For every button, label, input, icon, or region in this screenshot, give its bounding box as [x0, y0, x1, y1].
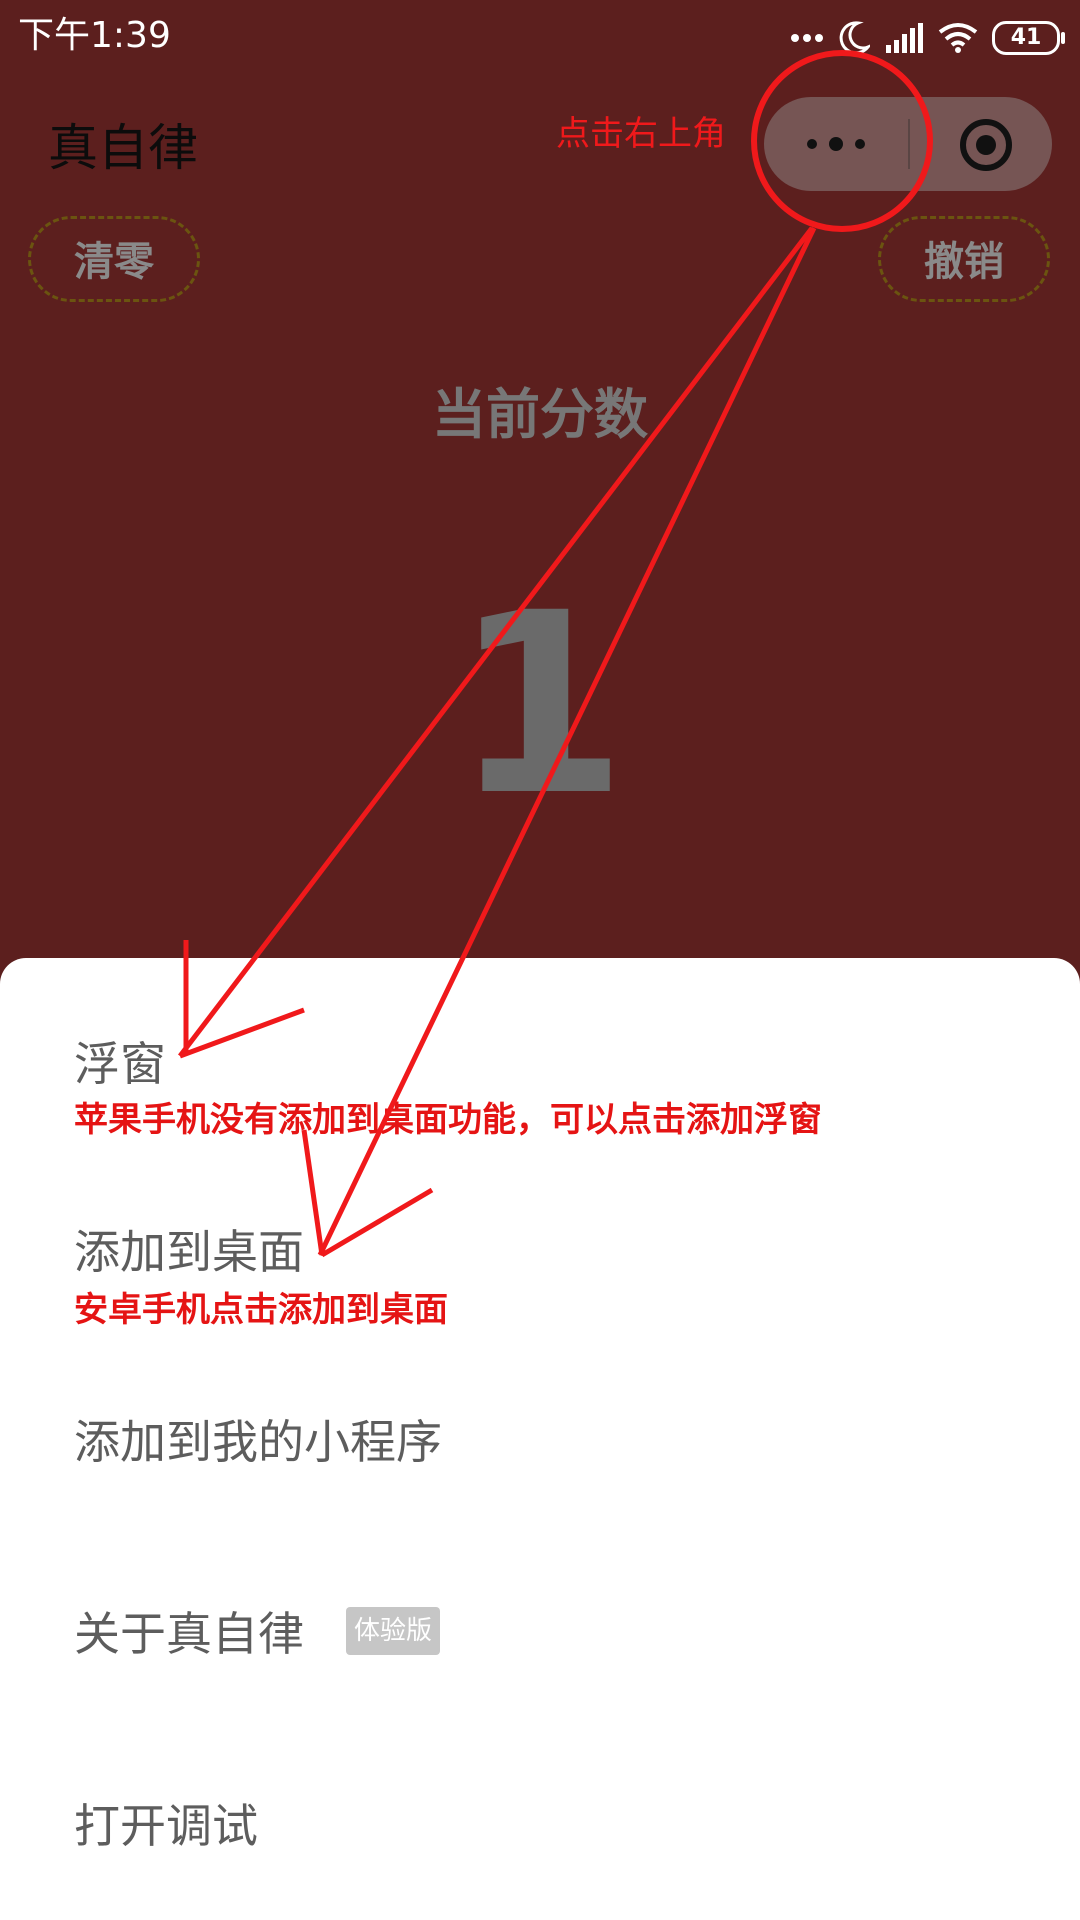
moon-icon — [839, 21, 870, 55]
more-icon[interactable] — [804, 135, 868, 153]
action-sheet: 浮窗 苹果手机没有添加到桌面功能，可以点击添加浮窗 添加到桌面 安卓手机点击添加… — [0, 958, 1080, 1920]
menu-item-debug[interactable]: 打开调试 — [74, 1796, 258, 1856]
mini-program-capsule — [764, 97, 1052, 191]
page-title: 真自律 — [48, 119, 198, 177]
status-time: 下午1:39 — [18, 15, 171, 56]
capsule-divider — [908, 119, 910, 169]
annotation-top-hint: 点击右上角 — [556, 114, 726, 154]
menu-item-float[interactable]: 浮窗 — [74, 1034, 166, 1094]
undo-button[interactable]: 撤销 — [878, 216, 1050, 302]
score-value: 1 — [453, 559, 627, 850]
battery-indicator: 41 — [992, 21, 1065, 55]
menu-item-add-desktop[interactable]: 添加到桌面 — [74, 1222, 304, 1282]
trial-version-badge: 体验版 — [346, 1607, 441, 1655]
status-icons: 41 — [790, 18, 1065, 58]
menu-item-add-mini-program[interactable]: 添加到我的小程序 — [74, 1412, 442, 1472]
annotation-apple-note: 苹果手机没有添加到桌面功能，可以点击添加浮窗 — [74, 1100, 822, 1140]
wifi-icon — [938, 23, 978, 53]
annotation-android-note: 安卓手机点击添加到桌面 — [74, 1290, 448, 1330]
clear-button[interactable]: 清零 — [28, 216, 200, 302]
score-label: 当前分数 — [432, 383, 648, 446]
menu-item-about[interactable]: 关于真自律 — [74, 1604, 304, 1664]
more-notifications-icon — [791, 34, 823, 42]
signal-icon — [886, 23, 923, 53]
close-target-icon[interactable] — [958, 117, 1014, 173]
